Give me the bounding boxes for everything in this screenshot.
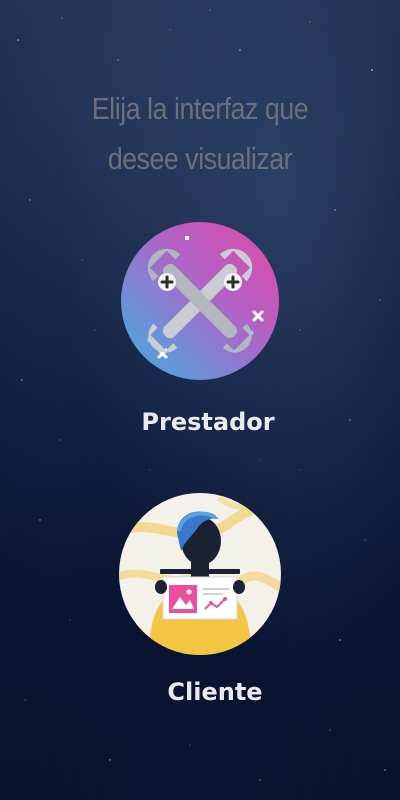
crossed-wrenches-icon[interactable]	[121, 222, 279, 380]
page-title: Elija la interfaz que desee visualizar	[28, 84, 372, 184]
title-line-1: Elija la interfaz que	[91, 91, 309, 126]
title-line-2: desee visualizar	[107, 141, 293, 176]
cliente-label[interactable]: Cliente	[0, 678, 400, 706]
prestador-label[interactable]: Prestador	[0, 408, 400, 436]
client-illustration-icon[interactable]	[119, 493, 281, 655]
